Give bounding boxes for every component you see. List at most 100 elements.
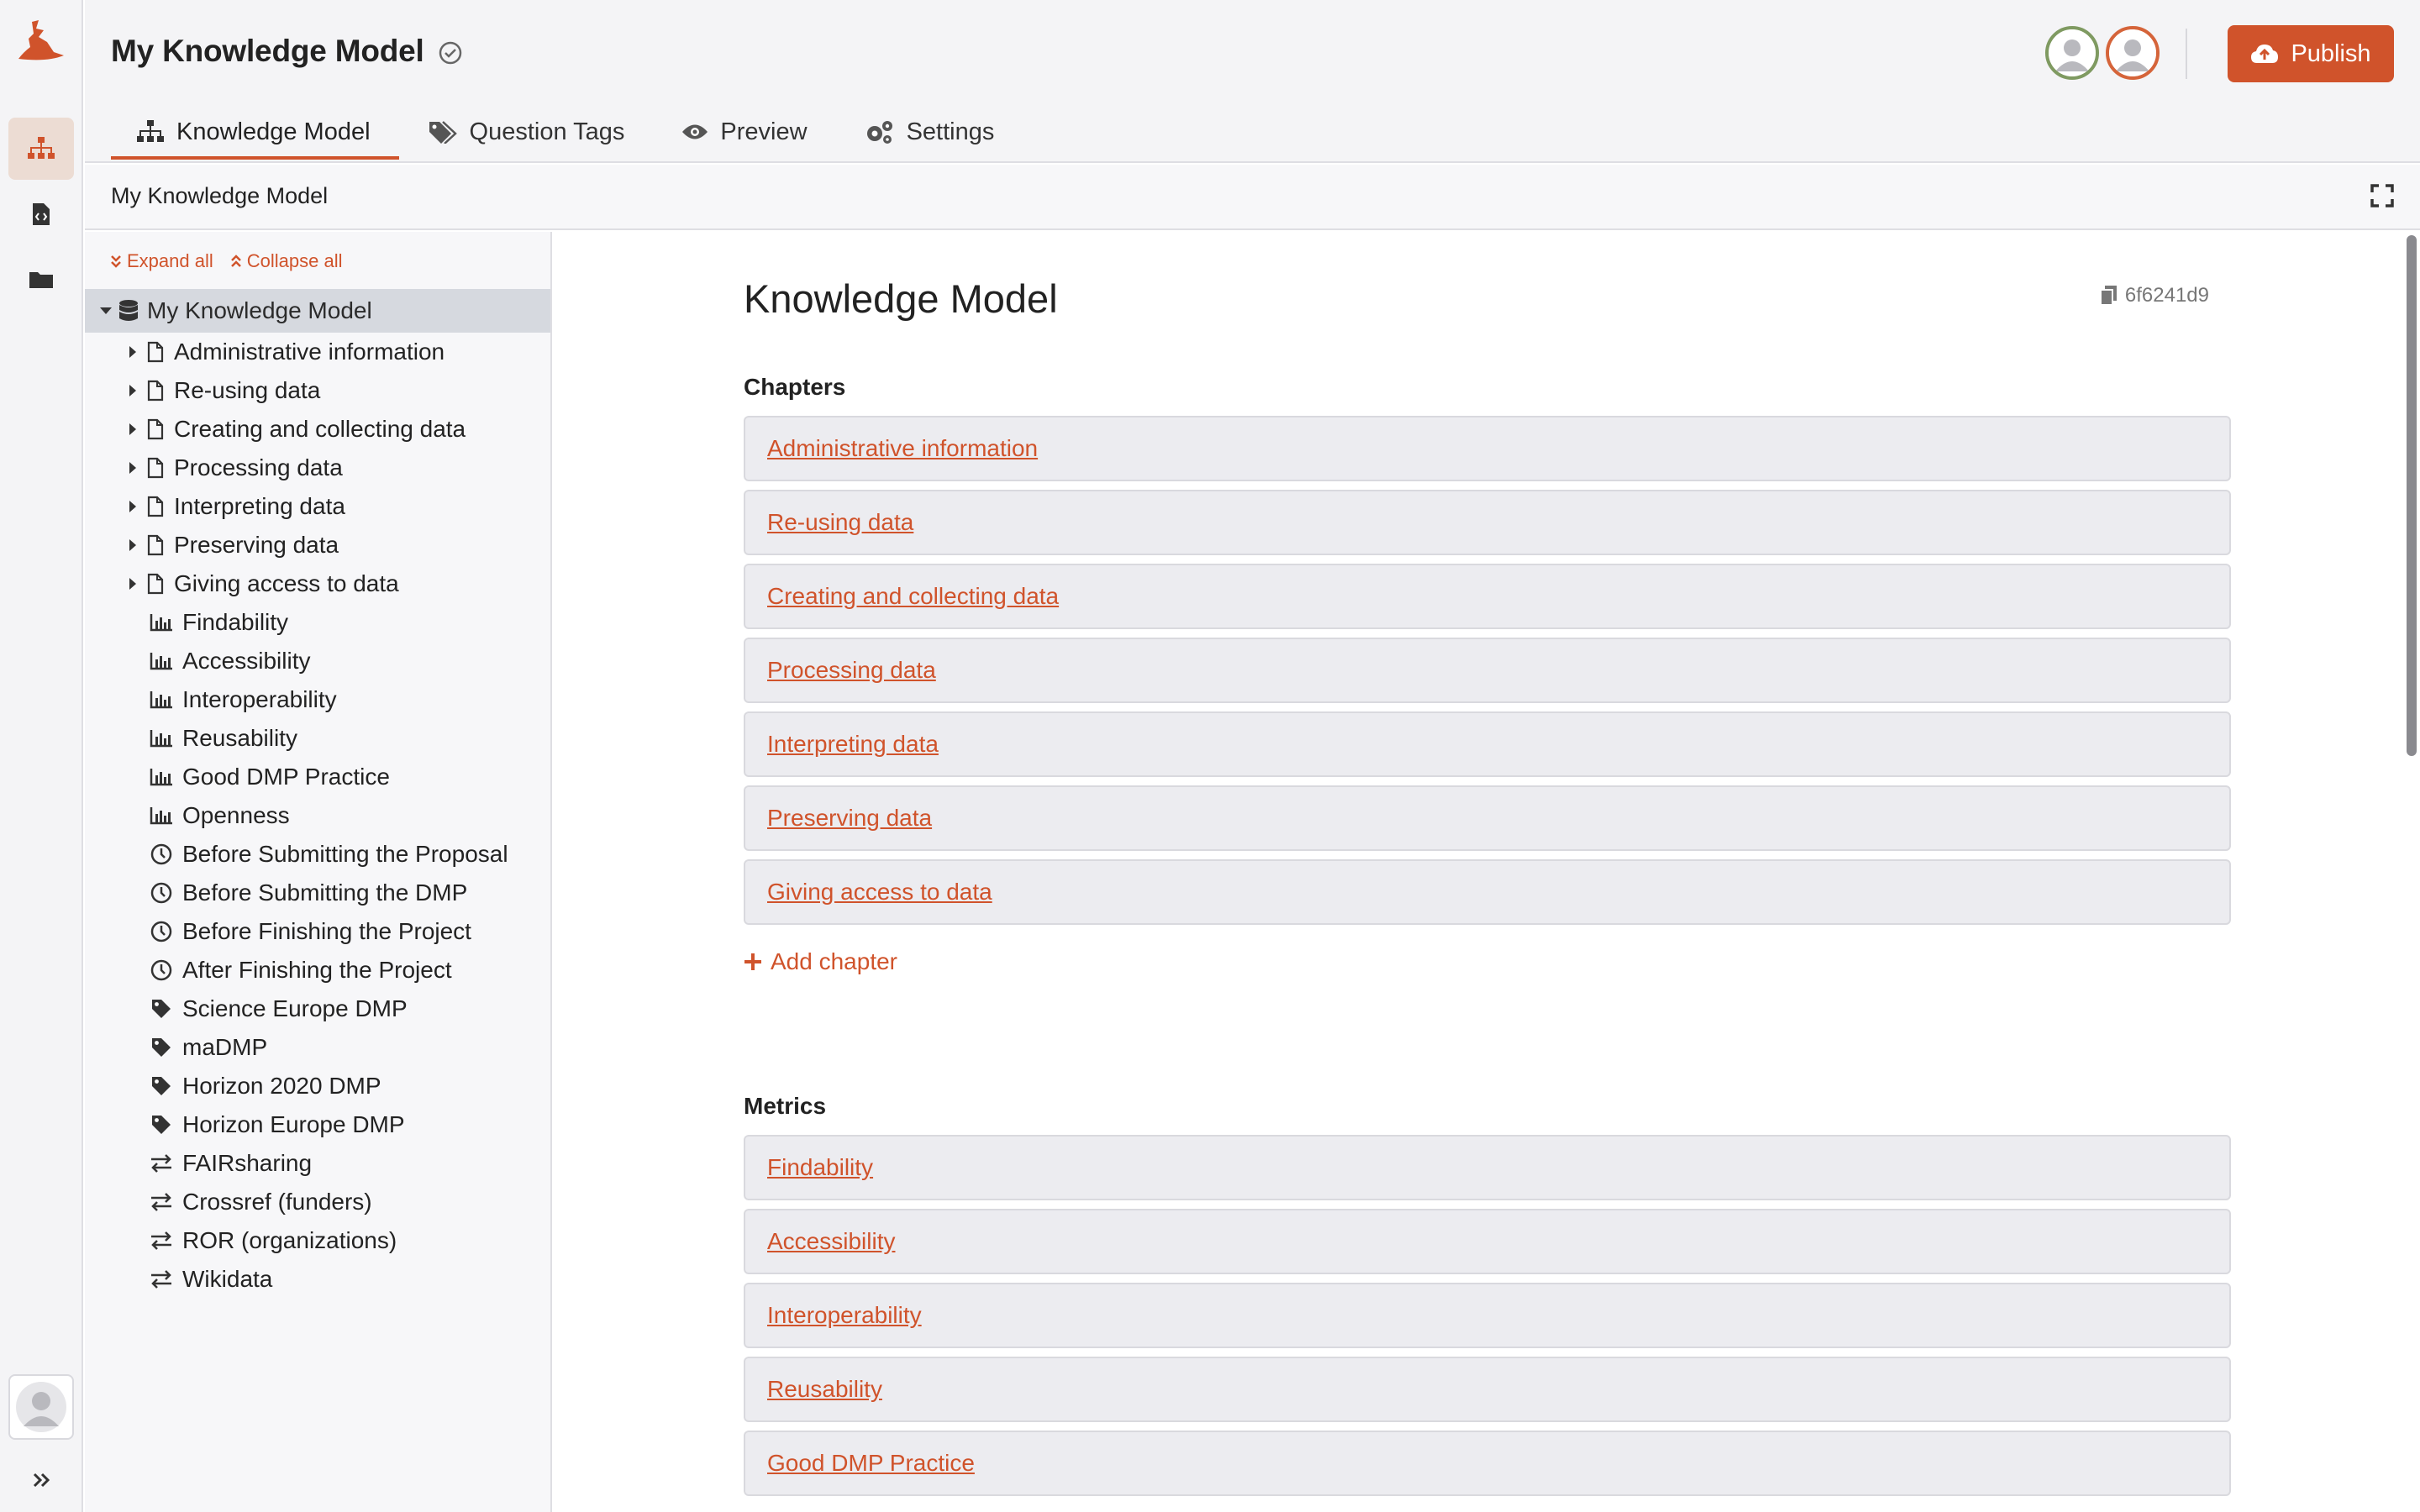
- chapter-item: Preserving data: [744, 785, 2231, 851]
- tab-knowledge-model[interactable]: Knowledge Model: [111, 108, 399, 160]
- caret-right-icon[interactable]: [124, 538, 142, 552]
- tree-item-integration[interactable]: FAIRsharing: [85, 1144, 550, 1183]
- fullscreen-icon[interactable]: [2370, 183, 2395, 208]
- file-icon: [142, 380, 169, 402]
- scrollbar[interactable]: [2407, 235, 2417, 756]
- chart-icon: [149, 652, 174, 670]
- folder-icon: [29, 272, 53, 288]
- tree-item-phase[interactable]: After Finishing the Project: [85, 951, 550, 990]
- exchange-icon: [149, 1270, 174, 1289]
- tree-item-label: Before Submitting the Proposal: [182, 841, 508, 867]
- publish-button[interactable]: Publish: [2228, 25, 2394, 82]
- tree-item-label: Preserving data: [174, 532, 339, 558]
- chapter-item-link[interactable]: Preserving data: [767, 805, 932, 832]
- nav-knowledge-models[interactable]: [8, 118, 74, 180]
- expand-all-button[interactable]: Expand all: [110, 250, 213, 272]
- tree-item-label: Giving access to data: [174, 570, 399, 596]
- caret-right-icon[interactable]: [124, 461, 142, 475]
- clock-icon: [149, 921, 174, 942]
- chapter-item-link[interactable]: Processing data: [767, 657, 936, 684]
- publish-label: Publish: [2291, 39, 2371, 67]
- tree-item-chapter[interactable]: Processing data: [85, 449, 550, 487]
- tree-item-chapter[interactable]: Administrative information: [85, 333, 550, 371]
- tree-item-integration[interactable]: Wikidata: [85, 1260, 550, 1299]
- tree-item-chapter[interactable]: Interpreting data: [85, 487, 550, 526]
- chapter-item-link[interactable]: Re-using data: [767, 509, 913, 536]
- metric-item-link[interactable]: Good DMP Practice: [767, 1450, 975, 1477]
- metric-item-link[interactable]: Interoperability: [767, 1302, 922, 1329]
- tree-item-metric[interactable]: Accessibility: [85, 642, 550, 680]
- tree-item-label: Horizon 2020 DMP: [182, 1073, 381, 1099]
- tree-item-chapter[interactable]: Preserving data: [85, 526, 550, 564]
- nav-projects[interactable]: [8, 249, 74, 311]
- metric-item-link[interactable]: Findability: [767, 1154, 873, 1181]
- tab-question-tags[interactable]: Question Tags: [399, 108, 654, 160]
- tree-item-chapter[interactable]: Creating and collecting data: [85, 410, 550, 449]
- caret-right-icon[interactable]: [124, 423, 142, 436]
- tree-item-label: Science Europe DMP: [182, 995, 408, 1021]
- sitemap-icon: [28, 137, 55, 159]
- chart-icon: [149, 806, 174, 825]
- chapter-item-link[interactable]: Interpreting data: [767, 731, 939, 758]
- tree-item-tag[interactable]: Horizon 2020 DMP: [85, 1067, 550, 1105]
- tree-item-phase[interactable]: Before Submitting the DMP: [85, 874, 550, 912]
- tree-item-integration[interactable]: ROR (organizations): [85, 1221, 550, 1260]
- tab-preview[interactable]: Preview: [653, 108, 835, 160]
- collapse-all-button[interactable]: Collapse all: [230, 250, 342, 272]
- caret-right-icon[interactable]: [124, 577, 142, 591]
- nav-document-templates[interactable]: [8, 183, 74, 245]
- app-logo-icon[interactable]: [13, 18, 69, 66]
- user-menu-avatar[interactable]: [8, 1374, 74, 1440]
- chapter-item-link[interactable]: Administrative information: [767, 435, 1038, 462]
- database-icon: [115, 299, 142, 323]
- metric-item-link[interactable]: Reusability: [767, 1376, 882, 1403]
- metrics-list: Findability Accessibility Interoperability…: [744, 1135, 2231, 1496]
- chapter-item-link[interactable]: Giving access to data: [767, 879, 992, 906]
- metrics-heading: Metrics: [744, 1093, 827, 1119]
- tree-item-label: maDMP: [182, 1034, 268, 1060]
- tree-item-label: Good DMP Practice: [182, 764, 390, 790]
- tab-settings[interactable]: Settings: [836, 108, 1023, 160]
- clock-icon: [149, 882, 174, 904]
- avatar[interactable]: [2045, 26, 2099, 80]
- file-icon: [142, 573, 169, 595]
- page-title: My Knowledge Model: [111, 34, 424, 68]
- tree-item-tag[interactable]: Science Europe DMP: [85, 990, 550, 1028]
- breadcrumb-item[interactable]: My Knowledge Model: [111, 183, 328, 209]
- caret-right-icon[interactable]: [124, 384, 142, 397]
- tree-item-metric[interactable]: Findability: [85, 603, 550, 642]
- saved-check-icon: [438, 40, 463, 66]
- tree-item-label: Interoperability: [182, 686, 337, 712]
- caret-down-icon[interactable]: [97, 307, 115, 315]
- tree-item-metric[interactable]: Openness: [85, 796, 550, 835]
- expand-sidebar-icon[interactable]: [25, 1468, 59, 1492]
- chapter-item: Re-using data: [744, 490, 2231, 555]
- tag-icon: [149, 1037, 174, 1058]
- avatar[interactable]: [2106, 26, 2160, 80]
- metric-item: Findability: [744, 1135, 2231, 1200]
- chart-icon: [149, 768, 174, 786]
- tree-root[interactable]: My Knowledge Model: [85, 289, 550, 333]
- add-chapter-button[interactable]: Add chapter: [744, 948, 2231, 975]
- tree-item-chapter[interactable]: Giving access to data: [85, 564, 550, 603]
- chapter-item: Administrative information: [744, 416, 2231, 481]
- caret-right-icon[interactable]: [124, 500, 142, 513]
- tree-item-metric[interactable]: Good DMP Practice: [85, 758, 550, 796]
- caret-right-icon[interactable]: [124, 345, 142, 359]
- tree-item-chapter[interactable]: Re-using data: [85, 371, 550, 410]
- tree-item-tag[interactable]: maDMP: [85, 1028, 550, 1067]
- tree-item-phase[interactable]: Before Submitting the Proposal: [85, 835, 550, 874]
- tree-item-phase[interactable]: Before Finishing the Project: [85, 912, 550, 951]
- tree-item-tag[interactable]: Horizon Europe DMP: [85, 1105, 550, 1144]
- tree-item-integration[interactable]: Crossref (funders): [85, 1183, 550, 1221]
- chapter-item-link[interactable]: Creating and collecting data: [767, 583, 1059, 610]
- knowledge-model-tree: Expand all Collapse all My Knowledge Mod…: [85, 232, 552, 1512]
- metric-item-link[interactable]: Accessibility: [767, 1228, 895, 1255]
- chart-icon: [149, 729, 174, 748]
- side-navigation: [0, 0, 83, 1512]
- tree-item-metric[interactable]: Reusability: [85, 719, 550, 758]
- uuid-copy[interactable]: 6f6241d9: [2099, 284, 2209, 307]
- tree-item-metric[interactable]: Interoperability: [85, 680, 550, 719]
- tree-item-label: Before Submitting the DMP: [182, 879, 468, 906]
- metric-item: Reusability: [744, 1357, 2231, 1422]
